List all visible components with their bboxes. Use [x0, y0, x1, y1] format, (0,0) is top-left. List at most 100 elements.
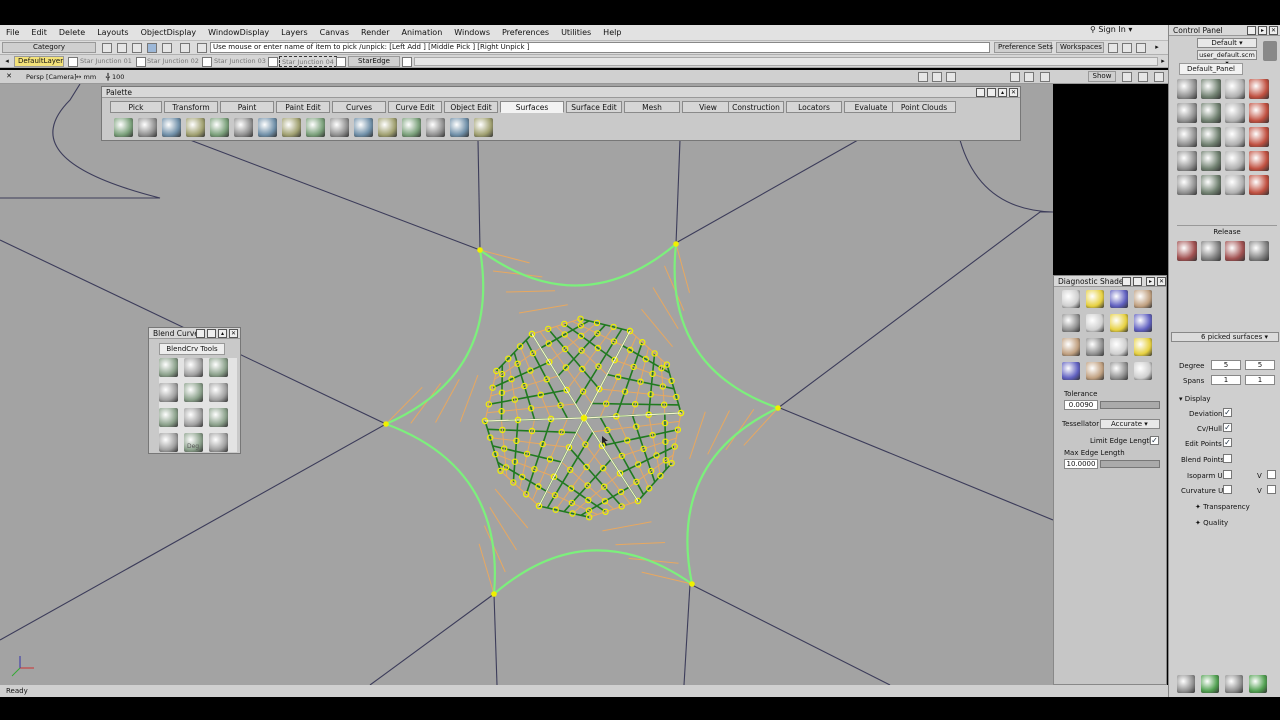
layer-star-junction-01[interactable]: Star Junction 01 — [80, 56, 132, 67]
view-icon-1[interactable] — [918, 72, 928, 82]
blend-tool-icon[interactable] — [184, 358, 203, 377]
shelf-tool-icon[interactable] — [1249, 175, 1269, 195]
display-section[interactable]: ▾ Display — [1179, 395, 1211, 403]
shelf-tool-icon[interactable] — [1177, 151, 1197, 171]
shelf-tool-icon[interactable] — [1201, 79, 1221, 99]
curvature-v-checkbox[interactable] — [1267, 485, 1276, 494]
menu-file[interactable]: File — [0, 28, 25, 37]
limit-edge-checkbox[interactable]: ✓ — [1150, 436, 1159, 445]
close-view-icon[interactable]: ✕ — [4, 72, 14, 82]
cp-close-icon[interactable]: ✕ — [1269, 26, 1278, 35]
tab-surface-edit[interactable]: Surface Edit — [566, 101, 622, 113]
layer-visibility-6[interactable] — [402, 57, 412, 67]
layer-visibility-2[interactable] — [136, 57, 146, 67]
tab-paint[interactable]: Paint — [220, 101, 274, 113]
blend-tool-icon[interactable] — [209, 383, 228, 402]
blend-tool-icon[interactable] — [209, 358, 228, 377]
layer-visibility-4[interactable] — [268, 57, 278, 67]
layer-star-junction-04[interactable]: Star Junction 04 — [279, 56, 337, 67]
menu-canvas[interactable]: Canvas — [314, 28, 355, 37]
shelf-file-dropdown[interactable]: user_default.scm ▾ — [1197, 50, 1257, 67]
shelf-tool-icon[interactable] — [1225, 175, 1245, 195]
surface-tool-icon[interactable] — [474, 118, 493, 137]
sign-in-button[interactable]: ⚲ Sign In ▾ — [1090, 25, 1132, 34]
layout-icon-3[interactable] — [1154, 72, 1164, 82]
shelf-tool-icon[interactable] — [1177, 675, 1195, 693]
cvhull-checkbox[interactable]: ✓ — [1223, 423, 1232, 432]
shade-mode-icon[interactable] — [1086, 290, 1104, 308]
quality-section[interactable]: ✦ Quality — [1195, 519, 1228, 527]
palette-minimize-icon[interactable]: ▴ — [998, 88, 1007, 97]
surface-tool-icon[interactable] — [282, 118, 301, 137]
layer-visibility-5[interactable] — [336, 57, 346, 67]
layer-scroll-area[interactable] — [414, 57, 1158, 66]
tessellator-dropdown[interactable]: Accurate ▾ — [1100, 419, 1160, 429]
trash-icon[interactable] — [1263, 41, 1277, 61]
tool-icon-2[interactable] — [117, 43, 127, 53]
workspace-icon-3[interactable] — [1136, 43, 1146, 53]
spans-u-field[interactable]: 1 — [1211, 375, 1241, 385]
shade-mode-icon[interactable] — [1110, 314, 1128, 332]
menu-preferences[interactable]: Preferences — [496, 28, 555, 37]
menu-windowdisplay[interactable]: WindowDisplay — [202, 28, 275, 37]
tab-pick[interactable]: Pick — [110, 101, 162, 113]
shade-mode-icon[interactable] — [1134, 362, 1152, 380]
blendcrv-tools-tab[interactable]: BlendCrv Tools — [159, 343, 225, 355]
shelf-tool-icon[interactable] — [1201, 151, 1221, 171]
shelf-tool-icon[interactable] — [1201, 103, 1221, 123]
surface-tool-icon[interactable] — [210, 118, 229, 137]
diag-list-icon[interactable] — [1133, 277, 1142, 286]
menu-windows[interactable]: Windows — [448, 28, 496, 37]
view-icon-5[interactable] — [1024, 72, 1034, 82]
blend-minimize-icon[interactable]: ▴ — [218, 329, 227, 338]
surface-tool-icon[interactable] — [330, 118, 349, 137]
view-icon-2[interactable] — [932, 72, 942, 82]
menu-utilities[interactable]: Utilities — [555, 28, 597, 37]
tolerance-field[interactable]: 0.0090 — [1064, 400, 1098, 410]
layout-icon-1[interactable] — [1122, 72, 1132, 82]
tab-view[interactable]: View — [682, 101, 734, 113]
surface-tool-icon[interactable] — [114, 118, 133, 137]
shade-mode-icon[interactable] — [1062, 314, 1080, 332]
menu-objectdisplay[interactable]: ObjectDisplay — [135, 28, 203, 37]
shelf-tool-icon[interactable] — [1177, 103, 1197, 123]
blend-tool-icon[interactable] — [159, 358, 178, 377]
tab-transform[interactable]: Transform — [164, 101, 218, 113]
layer-visibility-1[interactable] — [68, 57, 78, 67]
shelf-tool-icon[interactable] — [1225, 79, 1245, 99]
release-tool-icon[interactable] — [1177, 241, 1197, 261]
surface-tool-icon[interactable] — [426, 118, 445, 137]
release-tool-icon[interactable] — [1225, 241, 1245, 261]
isoparm-u-checkbox[interactable] — [1223, 470, 1232, 479]
shelf-tool-icon[interactable] — [1249, 675, 1267, 693]
shelf-tool-icon[interactable] — [1249, 127, 1269, 147]
menu-animation[interactable]: Animation — [395, 28, 448, 37]
tab-curve-edit[interactable]: Curve Edit — [388, 101, 442, 113]
shelf-tool-icon[interactable] — [1249, 79, 1269, 99]
palette-grid-icon[interactable] — [976, 88, 985, 97]
shelf-tool-icon[interactable] — [1177, 127, 1197, 147]
view-icon-3[interactable] — [946, 72, 956, 82]
layer-visibility-3[interactable] — [202, 57, 212, 67]
layer-default[interactable]: DefaultLayer — [14, 56, 64, 67]
tab-surfaces[interactable]: Surfaces — [500, 101, 564, 113]
max-edge-slider[interactable] — [1100, 460, 1160, 468]
blend-tool-icon[interactable] — [209, 408, 228, 427]
arrow-right-icon[interactable]: ▸ — [1158, 57, 1168, 67]
isoparm-v-checkbox[interactable] — [1267, 470, 1276, 479]
workspaces-button[interactable]: Workspaces — [1056, 42, 1104, 53]
preset-dropdown[interactable]: Default ▾ — [1197, 38, 1257, 48]
shade-mode-icon[interactable] — [1086, 314, 1104, 332]
layer-star-junction-03[interactable]: Star Junction 03 — [214, 56, 266, 67]
curvature-u-checkbox[interactable] — [1223, 485, 1232, 494]
shelf-tool-icon[interactable] — [1225, 103, 1245, 123]
tab-locators[interactable]: Locators — [786, 101, 842, 113]
shelf-tool-icon[interactable] — [1225, 675, 1243, 693]
release-tool-icon[interactable] — [1249, 241, 1269, 261]
prompt-field[interactable]: Use mouse or enter name of item to pick … — [210, 42, 990, 53]
view-icon-4[interactable] — [1010, 72, 1020, 82]
tab-construction[interactable]: Construction — [728, 101, 784, 113]
surface-tool-icon[interactable] — [186, 118, 205, 137]
blend-grid-icon[interactable] — [196, 329, 205, 338]
shade-mode-icon[interactable] — [1110, 338, 1128, 356]
